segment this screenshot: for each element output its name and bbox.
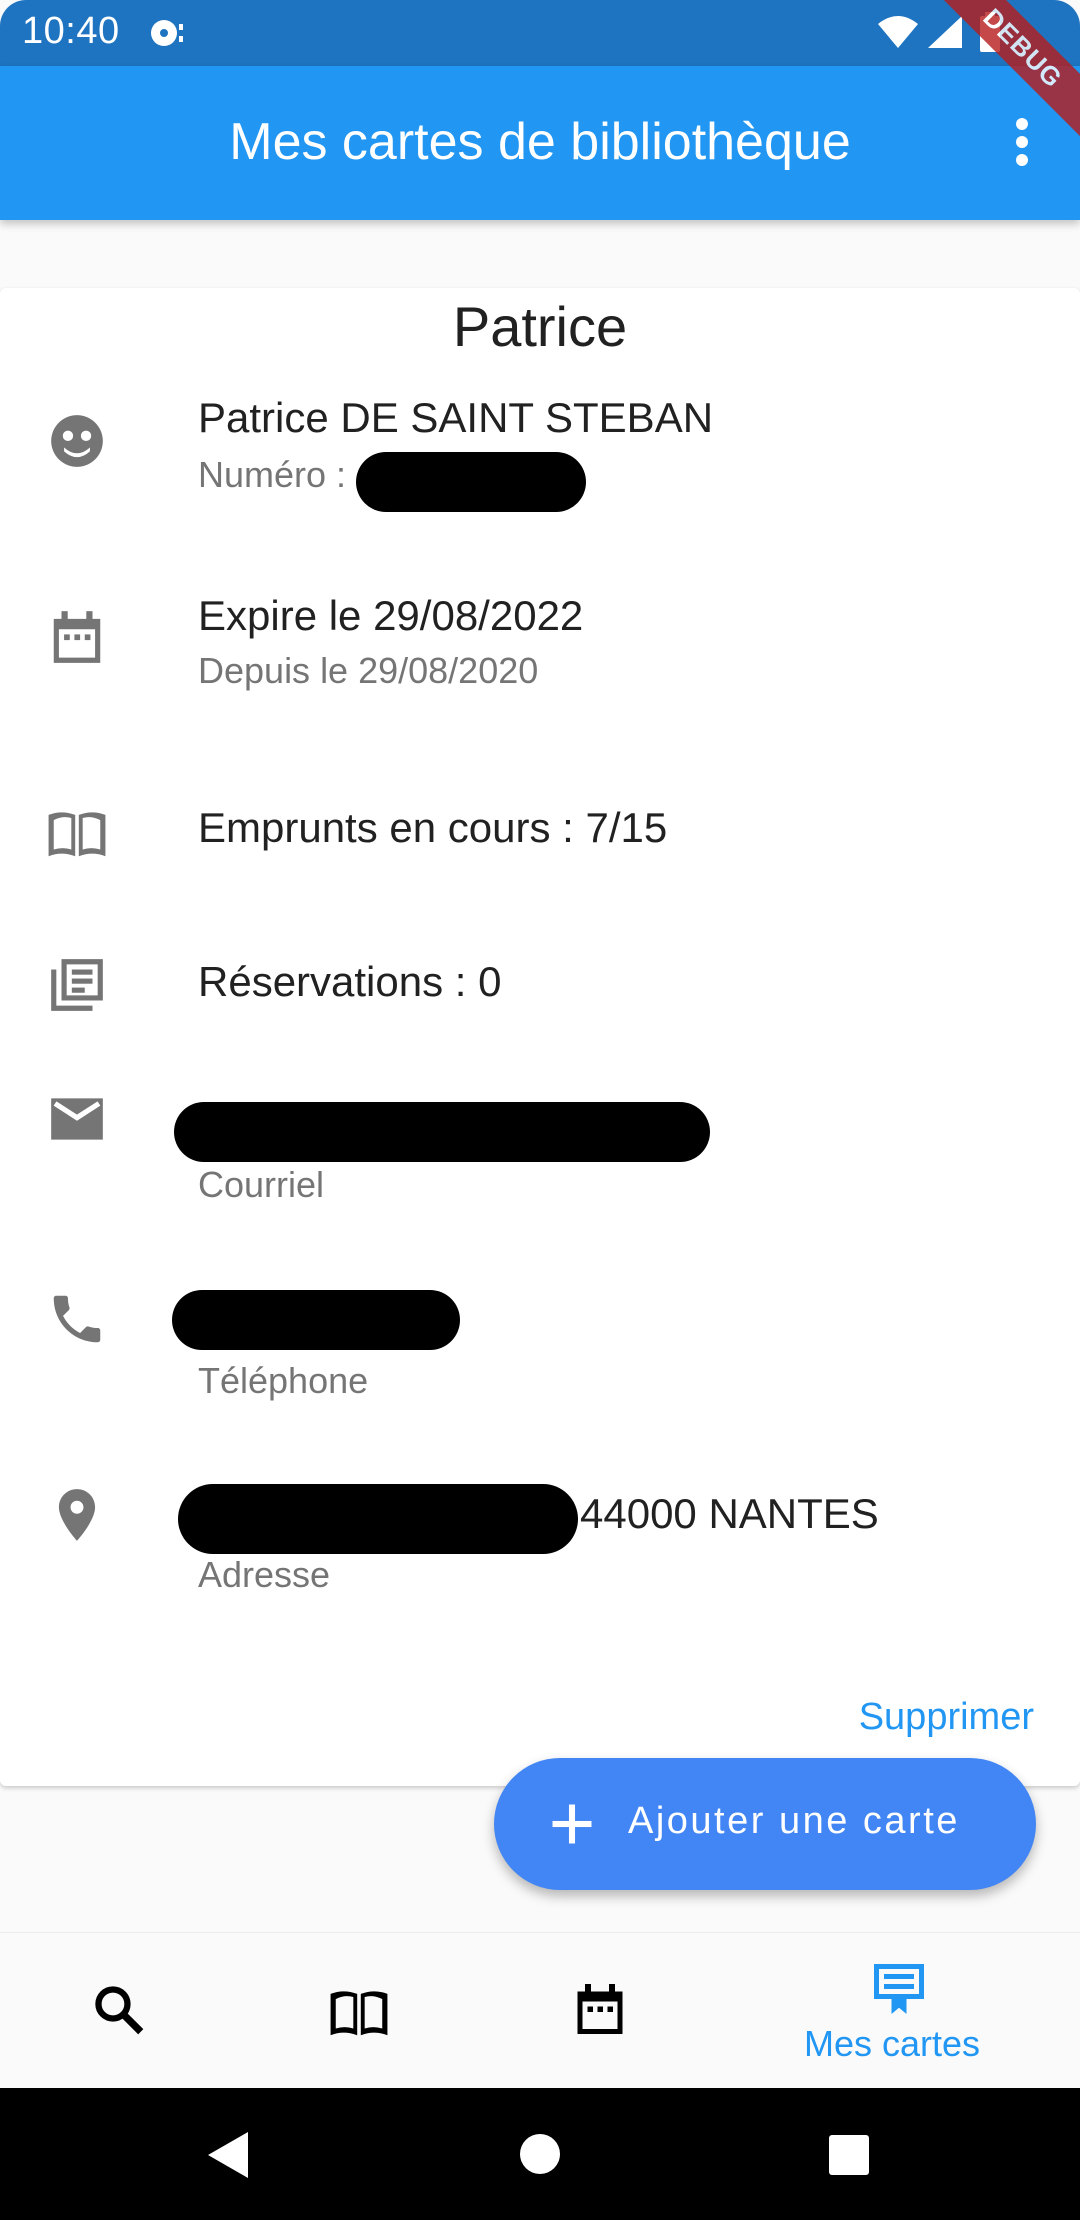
library-card: Patrice Patrice DE SAINT STEBAN Numéro :… xyxy=(0,288,1080,1786)
media-icon xyxy=(151,20,183,46)
book-icon xyxy=(330,1991,388,2036)
add-icon xyxy=(552,1804,592,1844)
reservations-count: Réservations : 0 xyxy=(198,958,502,1005)
recents-icon[interactable] xyxy=(828,2134,870,2176)
card-title: Patrice xyxy=(452,295,628,358)
delete-button[interactable]: Supprimer xyxy=(859,1696,1034,1739)
nav-search[interactable] xyxy=(40,1933,200,2089)
app-bar: Mes cartes de bibliothèque xyxy=(0,66,1080,220)
home-icon[interactable] xyxy=(518,2132,562,2176)
card-icon xyxy=(874,1964,924,2014)
add-card-button[interactable]: Ajouter une carte xyxy=(494,1758,1036,1890)
search-icon xyxy=(95,1986,144,2035)
nav-my-cards-label: Mes cartes xyxy=(804,2023,981,2064)
phone-label: Téléphone xyxy=(198,1360,369,1401)
card-holder-name: Patrice DE SAINT STEBAN xyxy=(198,394,714,441)
address-row: 44000 NANTES Adresse xyxy=(0,1474,1080,1614)
address-city: 44000 NANTES xyxy=(580,1490,879,1537)
status-time: 10:40 xyxy=(22,10,120,52)
face-icon xyxy=(51,415,103,467)
redacted-email xyxy=(174,1102,710,1162)
email-row: Courriel xyxy=(0,1078,1080,1218)
expiration-row: Expire le 29/08/2022 Depuis le 29/08/202… xyxy=(0,586,1080,726)
email-label: Courriel xyxy=(198,1164,325,1205)
phone-row: Téléphone xyxy=(0,1276,1080,1416)
nav-loans[interactable] xyxy=(280,1933,440,2089)
mail-icon xyxy=(51,1098,103,1140)
location-icon xyxy=(58,1489,96,1541)
redacted-phone xyxy=(172,1290,460,1350)
card-holder-row: Patrice DE SAINT STEBAN Numéro : xyxy=(0,388,1080,528)
calendar-icon xyxy=(53,611,101,663)
phone-icon xyxy=(53,1295,101,1343)
loans-count: Emprunts en cours : 7/15 xyxy=(198,804,668,851)
redacted-card-number xyxy=(356,452,586,512)
loans-row: Emprunts en cours : 7/15 xyxy=(0,786,1080,886)
nav-my-cards[interactable]: Mes cartes xyxy=(780,1933,1020,2089)
card-number-label: Numéro : xyxy=(198,454,347,495)
expiration-date: Expire le 29/08/2022 xyxy=(198,592,584,639)
status-bar: 10:40 xyxy=(0,0,1080,66)
more-vert-icon[interactable] xyxy=(1014,118,1030,166)
book-icon xyxy=(48,812,106,857)
nav-calendar[interactable] xyxy=(520,1933,680,2089)
system-navigation-bar xyxy=(0,2088,1080,2220)
reservations-row: Réservations : 0 xyxy=(0,940,1080,1040)
redacted-street xyxy=(178,1484,578,1554)
address-label: Adresse xyxy=(198,1554,331,1595)
add-card-label: Ajouter une carte xyxy=(628,1800,960,1842)
calendar-icon xyxy=(577,1984,623,2034)
signal-icon xyxy=(928,16,962,48)
page-title: Mes cartes de bibliothèque xyxy=(229,113,851,171)
library-books-icon xyxy=(51,959,103,1011)
bottom-navigation: Mes cartes xyxy=(0,1932,1080,2088)
wifi-icon xyxy=(878,16,918,48)
member-since: Depuis le 29/08/2020 xyxy=(198,650,539,691)
back-icon[interactable] xyxy=(206,2130,250,2180)
